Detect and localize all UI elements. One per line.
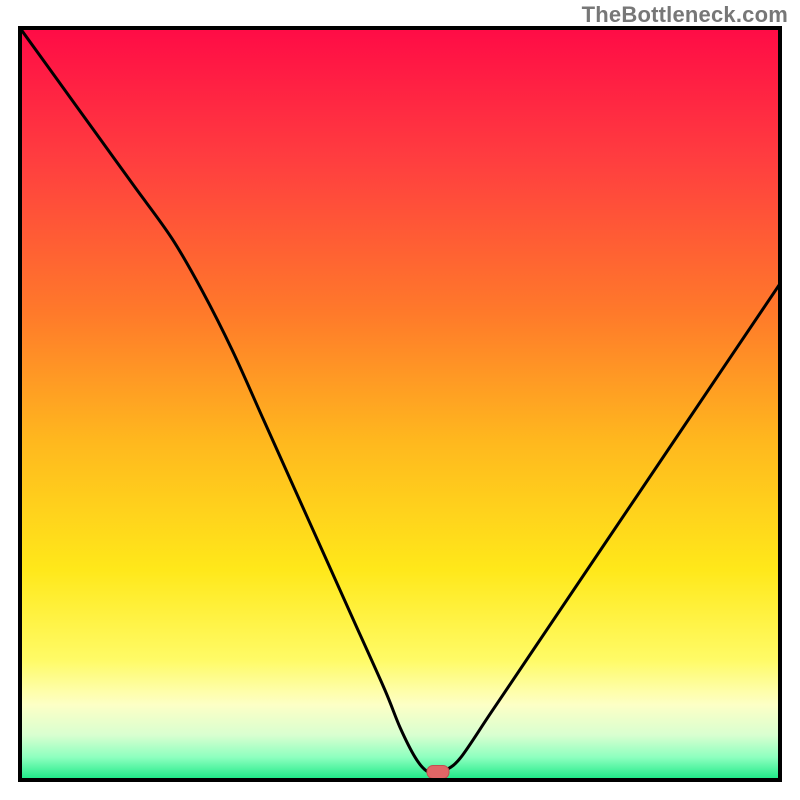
gradient-background	[20, 28, 780, 780]
optimum-marker	[427, 765, 449, 778]
bottleneck-chart	[0, 0, 800, 800]
watermark-text: TheBottleneck.com	[582, 2, 788, 28]
chart-container: TheBottleneck.com	[0, 0, 800, 800]
